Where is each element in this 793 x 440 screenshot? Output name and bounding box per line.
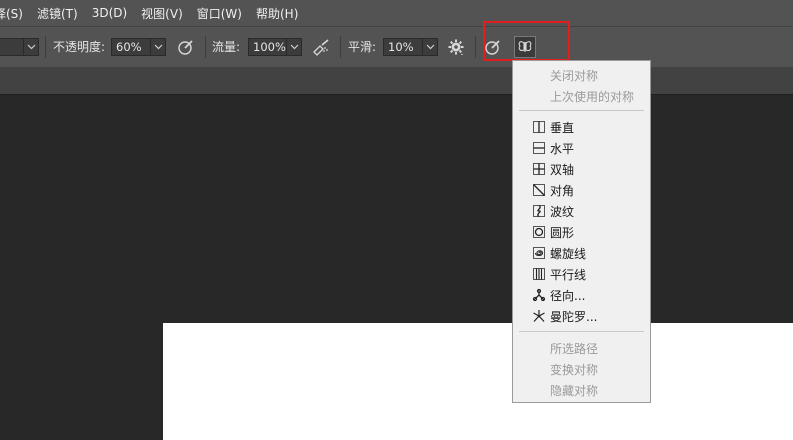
opacity-label: 不透明度: <box>53 40 106 54</box>
document-canvas[interactable] <box>163 323 793 440</box>
menu-item-diagonal[interactable]: 对角 <box>513 179 650 200</box>
menu-item-dual-axis[interactable]: 双轴 <box>513 158 650 179</box>
menu-3d[interactable]: 3D(D) <box>85 6 134 20</box>
vertical-icon <box>533 121 545 133</box>
separator <box>340 36 341 58</box>
chevron-down-icon <box>426 44 434 50</box>
opacity-dropdown-arrow[interactable] <box>150 38 166 56</box>
menu-item-symmetry-off: 关闭对称 <box>513 64 650 85</box>
menu-select[interactable]: 择(S) <box>0 5 30 22</box>
smoothing-dropdown-arrow[interactable] <box>422 38 438 56</box>
menu-item-label: 隐藏对称 <box>550 384 599 398</box>
menu-bar: 择(S) 滤镜(T) 3D(D) 视图(V) 窗口(W) 帮助(H) <box>0 0 793 26</box>
pen-pressure-icon <box>178 40 193 55</box>
menu-item-label: 双轴 <box>550 163 575 177</box>
menu-item-circle[interactable]: 圆形 <box>513 221 650 242</box>
circle-icon <box>533 226 545 238</box>
symmetry-menu: 关闭对称 上次使用的对称 垂直 水平 双轴 对角 波纹 圆形 螺旋线 平行线 径… <box>512 60 651 403</box>
highlight-box <box>483 21 570 61</box>
menu-item-label: 圆形 <box>550 226 575 240</box>
menu-item-wavy[interactable]: 波纹 <box>513 200 650 221</box>
menu-item-label: 曼陀罗... <box>550 310 598 324</box>
menu-item-parallel-lines[interactable]: 平行线 <box>513 263 650 284</box>
menu-item-spiral[interactable]: 螺旋线 <box>513 242 650 263</box>
separator <box>45 36 46 58</box>
menu-item-label: 水平 <box>550 142 575 156</box>
menu-item-radial[interactable]: 径向... <box>513 284 650 305</box>
menu-window[interactable]: 窗口(W) <box>190 5 249 22</box>
airbrush-button[interactable] <box>311 37 331 57</box>
menu-item-label: 所选路径 <box>550 342 599 356</box>
mode-dropdown[interactable] <box>0 38 24 56</box>
document-tab-bar <box>0 67 793 95</box>
menu-item-label: 波纹 <box>550 205 575 219</box>
flow-dropdown-arrow[interactable] <box>286 38 302 56</box>
chevron-down-icon <box>27 44 35 50</box>
menu-item-horizontal[interactable]: 水平 <box>513 137 650 158</box>
pressure-opacity-button[interactable] <box>176 37 196 57</box>
dual-axis-icon <box>533 163 545 175</box>
menu-separator <box>519 331 644 332</box>
menu-filter[interactable]: 滤镜(T) <box>30 5 85 22</box>
options-bar: 不透明度: 60% 流量: 100% 平滑: 10% <box>0 26 793 67</box>
menu-separator <box>519 110 644 111</box>
chevron-down-icon <box>154 44 162 50</box>
menu-help[interactable]: 帮助(H) <box>249 5 305 22</box>
menu-item-label: 平行线 <box>550 268 587 282</box>
flow-input[interactable]: 100% <box>248 38 288 56</box>
separator <box>205 36 206 58</box>
menu-item-hide-symmetry: 隐藏对称 <box>513 379 650 400</box>
flow-label: 流量: <box>212 40 241 54</box>
gear-icon <box>448 39 464 55</box>
smoothing-settings-button[interactable] <box>446 37 466 57</box>
smoothing-label: 平滑: <box>348 40 377 54</box>
menu-item-label: 对角 <box>550 184 575 198</box>
menu-view[interactable]: 视图(V) <box>134 5 190 22</box>
horizontal-icon <box>533 142 545 154</box>
menu-item-label: 上次使用的对称 <box>550 90 635 104</box>
separator <box>475 36 476 58</box>
menu-item-vertical[interactable]: 垂直 <box>513 116 650 137</box>
mandala-icon <box>533 310 545 322</box>
diagonal-icon <box>533 184 545 196</box>
mode-dropdown-arrow[interactable] <box>23 38 39 56</box>
opacity-input[interactable]: 60% <box>111 38 151 56</box>
smoothing-input[interactable]: 10% <box>383 38 423 56</box>
airbrush-icon <box>313 39 329 56</box>
parallel-lines-icon <box>533 268 545 280</box>
menu-item-label: 螺旋线 <box>550 247 587 261</box>
wavy-icon <box>533 204 545 218</box>
menu-item-last-used: 上次使用的对称 <box>513 85 650 106</box>
chevron-down-icon <box>290 44 298 50</box>
menu-item-label: 径向... <box>550 289 586 303</box>
menu-item-label: 垂直 <box>550 121 575 135</box>
spiral-icon <box>533 247 545 259</box>
menu-item-mandala[interactable]: 曼陀罗... <box>513 305 650 326</box>
radial-icon <box>532 288 546 302</box>
menu-item-label: 关闭对称 <box>550 69 599 83</box>
menu-item-transform-symmetry: 变换对称 <box>513 358 650 379</box>
menu-item-selected-path: 所选路径 <box>513 337 650 358</box>
menu-item-label: 变换对称 <box>550 363 599 377</box>
